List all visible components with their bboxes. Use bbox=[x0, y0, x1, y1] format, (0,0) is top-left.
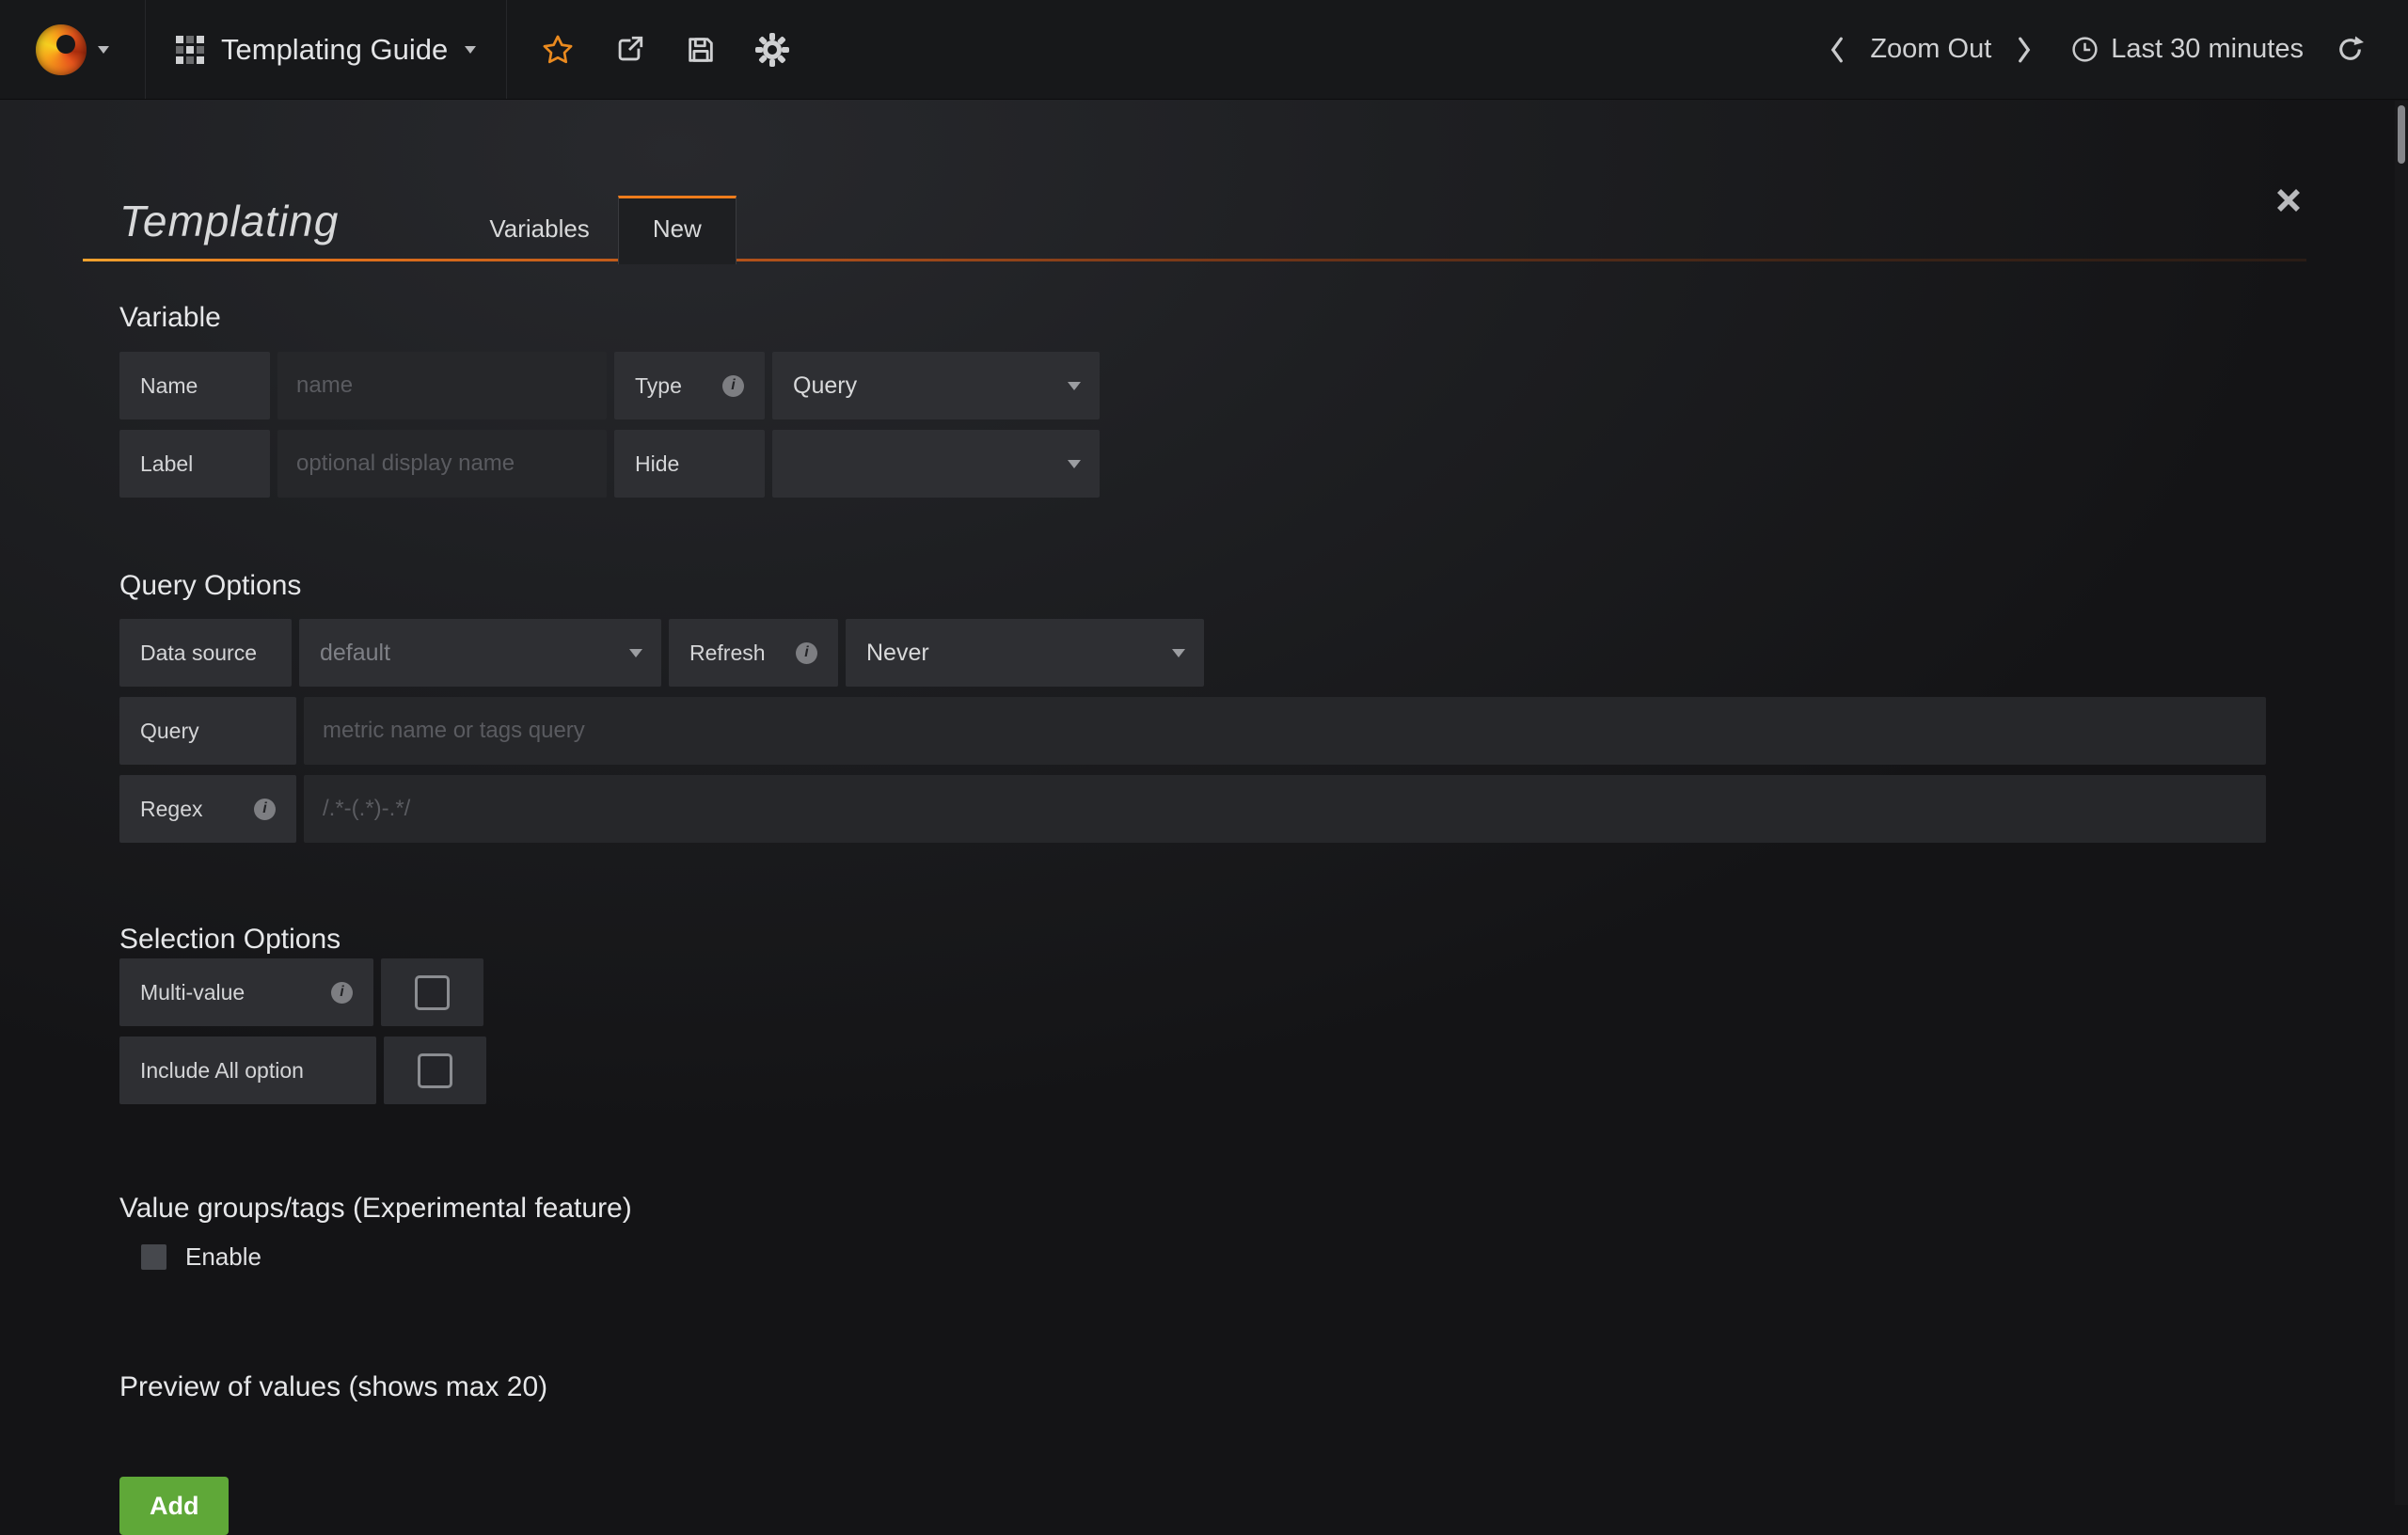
type-select-value: Query bbox=[793, 372, 857, 400]
query-options-row-1: Data source default Refresh i Never bbox=[119, 619, 2266, 687]
checkbox-unchecked-icon bbox=[418, 1053, 452, 1088]
scrollbar-track[interactable] bbox=[2395, 101, 2408, 1505]
tab-new[interactable]: New bbox=[618, 196, 737, 264]
info-icon[interactable]: i bbox=[254, 799, 276, 820]
variable-editor-form: Variable Name Type i Query Label Hide Qu… bbox=[0, 301, 2408, 1535]
share-icon[interactable] bbox=[609, 22, 650, 78]
label-label: Label bbox=[119, 430, 270, 498]
scrollbar-thumb[interactable] bbox=[2398, 105, 2405, 164]
save-icon[interactable] bbox=[680, 22, 721, 78]
top-navbar: Templating Guide bbox=[0, 0, 2408, 100]
include-all-checkbox[interactable] bbox=[384, 1037, 486, 1104]
info-icon[interactable]: i bbox=[796, 642, 817, 664]
datasource-label: Data source bbox=[119, 619, 292, 687]
query-options-row-2: Query bbox=[119, 697, 2266, 765]
chevron-down-icon bbox=[1068, 382, 1081, 390]
chevron-down-icon bbox=[1068, 460, 1081, 468]
preview-heading: Preview of values (shows max 20) bbox=[119, 1370, 2266, 1404]
time-range-picker[interactable]: Last 30 minutes bbox=[2070, 34, 2304, 65]
star-icon[interactable] bbox=[537, 22, 578, 78]
add-button[interactable]: Add bbox=[119, 1477, 229, 1535]
dashboard-title: Templating Guide bbox=[221, 33, 448, 67]
variable-row-2: Label Hide bbox=[119, 430, 2266, 498]
chevron-down-icon bbox=[98, 46, 109, 54]
refresh-select-value: Never bbox=[866, 640, 929, 667]
name-label: Name bbox=[119, 352, 270, 419]
value-groups-heading: Value groups/tags (Experimental feature) bbox=[119, 1192, 2266, 1226]
grafana-logo-icon bbox=[36, 24, 87, 75]
enable-row: Enable bbox=[141, 1242, 2266, 1271]
regex-input[interactable] bbox=[304, 775, 2266, 843]
label-input[interactable] bbox=[277, 430, 607, 498]
multi-value-label-text: Multi-value bbox=[140, 980, 245, 1005]
dashboard-picker[interactable]: Templating Guide bbox=[146, 0, 507, 99]
chevron-left-icon[interactable] bbox=[1829, 36, 1846, 64]
refresh-label: Refresh i bbox=[669, 619, 838, 687]
chevron-down-icon bbox=[629, 649, 642, 657]
hide-select[interactable] bbox=[772, 430, 1100, 498]
info-icon[interactable]: i bbox=[722, 375, 744, 397]
multi-value-row: Multi-value i bbox=[119, 958, 2266, 1026]
refresh-label-text: Refresh bbox=[689, 641, 766, 666]
regex-label: Regex i bbox=[119, 775, 296, 843]
datasource-select[interactable]: default bbox=[299, 619, 661, 687]
templating-header: Templating Variables New bbox=[83, 160, 2306, 261]
query-options-heading: Query Options bbox=[119, 569, 2266, 603]
type-select[interactable]: Query bbox=[772, 352, 1100, 419]
enable-checkbox[interactable] bbox=[141, 1244, 166, 1270]
checkbox-unchecked-icon bbox=[415, 975, 450, 1010]
tab-variables[interactable]: Variables bbox=[461, 196, 617, 261]
chevron-right-icon[interactable] bbox=[2016, 36, 2033, 64]
dashboard-actions bbox=[507, 0, 802, 99]
type-label-text: Type bbox=[635, 373, 682, 399]
close-icon[interactable] bbox=[2274, 186, 2303, 214]
grafana-page: Templating Guide bbox=[0, 0, 2408, 1505]
templating-tabs: Variables New bbox=[461, 196, 736, 261]
zoom-out-button[interactable]: Zoom Out bbox=[1870, 34, 1991, 65]
query-label: Query bbox=[119, 697, 296, 765]
dashboard-grid-icon bbox=[176, 36, 204, 64]
refresh-select[interactable]: Never bbox=[846, 619, 1204, 687]
chevron-down-icon bbox=[1172, 649, 1185, 657]
grafana-main-menu[interactable] bbox=[0, 0, 146, 99]
clock-icon bbox=[2070, 35, 2099, 64]
variable-row-1: Name Type i Query bbox=[119, 352, 2266, 419]
hide-label: Hide bbox=[614, 430, 765, 498]
variable-section-heading: Variable bbox=[119, 301, 2266, 335]
include-all-row: Include All option bbox=[119, 1037, 2266, 1104]
timepicker-controls: Zoom Out Last 30 minutes bbox=[1829, 0, 2408, 99]
time-range-label: Last 30 minutes bbox=[2111, 34, 2304, 65]
regex-label-text: Regex bbox=[140, 797, 202, 822]
settings-gear-icon[interactable] bbox=[752, 22, 793, 78]
enable-label: Enable bbox=[185, 1242, 261, 1272]
query-options-row-3: Regex i bbox=[119, 775, 2266, 843]
refresh-icon[interactable] bbox=[2336, 35, 2365, 64]
chevron-down-icon bbox=[465, 46, 476, 54]
page-title: Templating bbox=[119, 196, 339, 246]
info-icon[interactable]: i bbox=[331, 982, 353, 1004]
multi-value-checkbox[interactable] bbox=[381, 958, 483, 1026]
query-input[interactable] bbox=[304, 697, 2266, 765]
datasource-select-value: default bbox=[320, 640, 390, 667]
include-all-label: Include All option bbox=[119, 1037, 376, 1104]
selection-options-heading: Selection Options bbox=[119, 923, 2266, 957]
name-input[interactable] bbox=[277, 352, 607, 419]
multi-value-label: Multi-value i bbox=[119, 958, 373, 1026]
type-label: Type i bbox=[614, 352, 765, 419]
